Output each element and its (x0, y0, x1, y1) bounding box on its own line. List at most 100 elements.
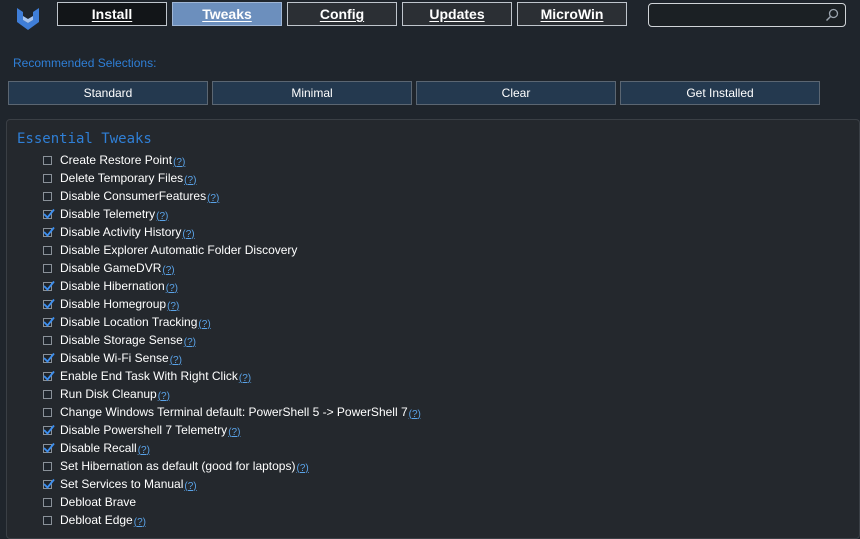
checkmark-icon (43, 208, 55, 219)
tweak-item[interactable]: Set Services to Manual (?) (43, 475, 421, 493)
help-link[interactable]: (?) (158, 391, 170, 402)
tweak-item[interactable]: Disable Storage Sense (?) (43, 331, 421, 349)
tweak-item[interactable]: Disable Location Tracking (?) (43, 313, 421, 331)
checkbox[interactable] (43, 316, 55, 327)
help-link[interactable]: (?) (170, 355, 182, 366)
tweak-label: Enable End Task With Right Click (60, 369, 238, 383)
search-input[interactable] (648, 3, 846, 27)
checkmark-icon (43, 280, 55, 291)
get-installed-button[interactable]: Get Installed (620, 81, 820, 105)
tweak-label: Set Hibernation as default (good for lap… (60, 459, 296, 473)
help-link[interactable]: (?) (198, 319, 210, 330)
help-link[interactable]: (?) (184, 337, 196, 348)
tab-updates[interactable]: Updates (402, 2, 512, 26)
tweak-label: Disable GameDVR (60, 261, 162, 275)
help-link[interactable]: (?) (207, 193, 219, 204)
checkmark-icon (43, 298, 55, 309)
tweak-item[interactable]: Enable End Task With Right Click (?) (43, 367, 421, 385)
checkmark-icon (43, 352, 55, 363)
help-link[interactable]: (?) (173, 157, 185, 168)
checkbox[interactable] (43, 370, 55, 381)
checkbox[interactable] (43, 226, 55, 237)
checkbox[interactable] (43, 442, 55, 453)
search-icon[interactable] (825, 8, 839, 22)
checkbox[interactable] (43, 155, 52, 165)
tweak-item[interactable]: Disable Explorer Automatic Folder Discov… (43, 241, 421, 259)
help-link[interactable]: (?) (182, 229, 194, 240)
tweak-item[interactable]: Disable Recall (?) (43, 439, 421, 457)
checkmark-icon (43, 226, 55, 237)
tweak-label: Disable Location Tracking (60, 315, 198, 329)
checkmark-icon (43, 424, 55, 435)
tweak-label: Disable Powershell 7 Telemetry (60, 423, 228, 437)
tweak-label: Debloat Brave (60, 495, 137, 509)
tweak-item[interactable]: Disable Telemetry (?) (43, 205, 421, 223)
checkbox[interactable] (43, 478, 55, 489)
checkbox[interactable] (43, 407, 52, 417)
checkbox[interactable] (43, 245, 52, 255)
standard-button[interactable]: Standard (8, 81, 208, 105)
help-link[interactable]: (?) (162, 265, 174, 276)
help-link[interactable]: (?) (239, 373, 251, 384)
checkbox[interactable] (43, 173, 52, 183)
tweak-item[interactable]: Set Hibernation as default (good for lap… (43, 457, 421, 475)
help-link[interactable]: (?) (184, 481, 196, 492)
tweak-label: Disable Telemetry (60, 207, 156, 221)
checkbox[interactable] (43, 424, 55, 435)
clear-button[interactable]: Clear (416, 81, 616, 105)
app-logo-icon (17, 8, 39, 30)
checkbox[interactable] (43, 461, 52, 471)
tweak-label: Disable ConsumerFeatures (60, 189, 207, 203)
tweak-item[interactable]: Delete Temporary Files (?) (43, 169, 421, 187)
tab-install[interactable]: Install (57, 2, 167, 26)
checkbox[interactable] (43, 191, 52, 201)
tweak-item[interactable]: Disable Hibernation (?) (43, 277, 421, 295)
checkbox[interactable] (43, 335, 52, 345)
tweak-item[interactable]: Change Windows Terminal default: PowerSh… (43, 403, 421, 421)
tweak-label: Create Restore Point (60, 153, 173, 167)
checkbox[interactable] (43, 352, 55, 363)
minimal-button[interactable]: Minimal (212, 81, 412, 105)
tweak-item[interactable]: Debloat Brave (43, 493, 421, 511)
tweak-list: Create Restore Point (?) Delete Temporary … (43, 151, 421, 529)
tweak-label: Delete Temporary Files (60, 171, 184, 185)
checkbox[interactable] (43, 389, 52, 399)
tweak-item[interactable]: Disable Powershell 7 Telemetry (?) (43, 421, 421, 439)
help-link[interactable]: (?) (184, 175, 196, 186)
help-link[interactable]: (?) (167, 301, 179, 312)
tweak-item[interactable]: Disable GameDVR (?) (43, 259, 421, 277)
tweak-label: Disable Hibernation (60, 279, 165, 293)
checkbox[interactable] (43, 298, 55, 309)
tweak-item[interactable]: Disable Activity History (?) (43, 223, 421, 241)
checkbox[interactable] (43, 208, 55, 219)
help-link[interactable]: (?) (166, 283, 178, 294)
tweak-item[interactable]: Disable ConsumerFeatures (?) (43, 187, 421, 205)
tab-microwin[interactable]: MicroWin (517, 2, 627, 26)
tweak-label: Disable Storage Sense (60, 333, 183, 347)
tweak-item[interactable]: Create Restore Point (?) (43, 151, 421, 169)
tweak-label: Disable Activity History (60, 225, 182, 239)
tweak-label: Disable Wi-Fi Sense (60, 351, 169, 365)
checkmark-icon (43, 316, 55, 327)
checkmark-icon (43, 442, 55, 453)
tweak-item[interactable]: Disable Wi-Fi Sense (?) (43, 349, 421, 367)
section-title: Essential Tweaks (17, 131, 152, 147)
help-link[interactable]: (?) (134, 517, 146, 528)
help-link[interactable]: (?) (296, 463, 308, 474)
checkbox[interactable] (43, 515, 52, 525)
tab-tweaks[interactable]: Tweaks (172, 2, 282, 26)
tab-config[interactable]: Config (287, 2, 397, 26)
checkmark-icon (43, 370, 55, 381)
tweak-item[interactable]: Run Disk Cleanup (?) (43, 385, 421, 403)
checkbox[interactable] (43, 497, 52, 507)
help-link[interactable]: (?) (409, 409, 421, 420)
checkbox[interactable] (43, 263, 52, 273)
tweak-item[interactable]: Disable Homegroup (?) (43, 295, 421, 313)
checkmark-icon (43, 478, 55, 489)
top-bar: Install Tweaks Config Updates MicroWin (0, 0, 860, 32)
checkbox[interactable] (43, 280, 55, 291)
help-link[interactable]: (?) (138, 445, 150, 456)
help-link[interactable]: (?) (156, 211, 168, 222)
tweak-item[interactable]: Debloat Edge (?) (43, 511, 421, 529)
help-link[interactable]: (?) (228, 427, 240, 438)
